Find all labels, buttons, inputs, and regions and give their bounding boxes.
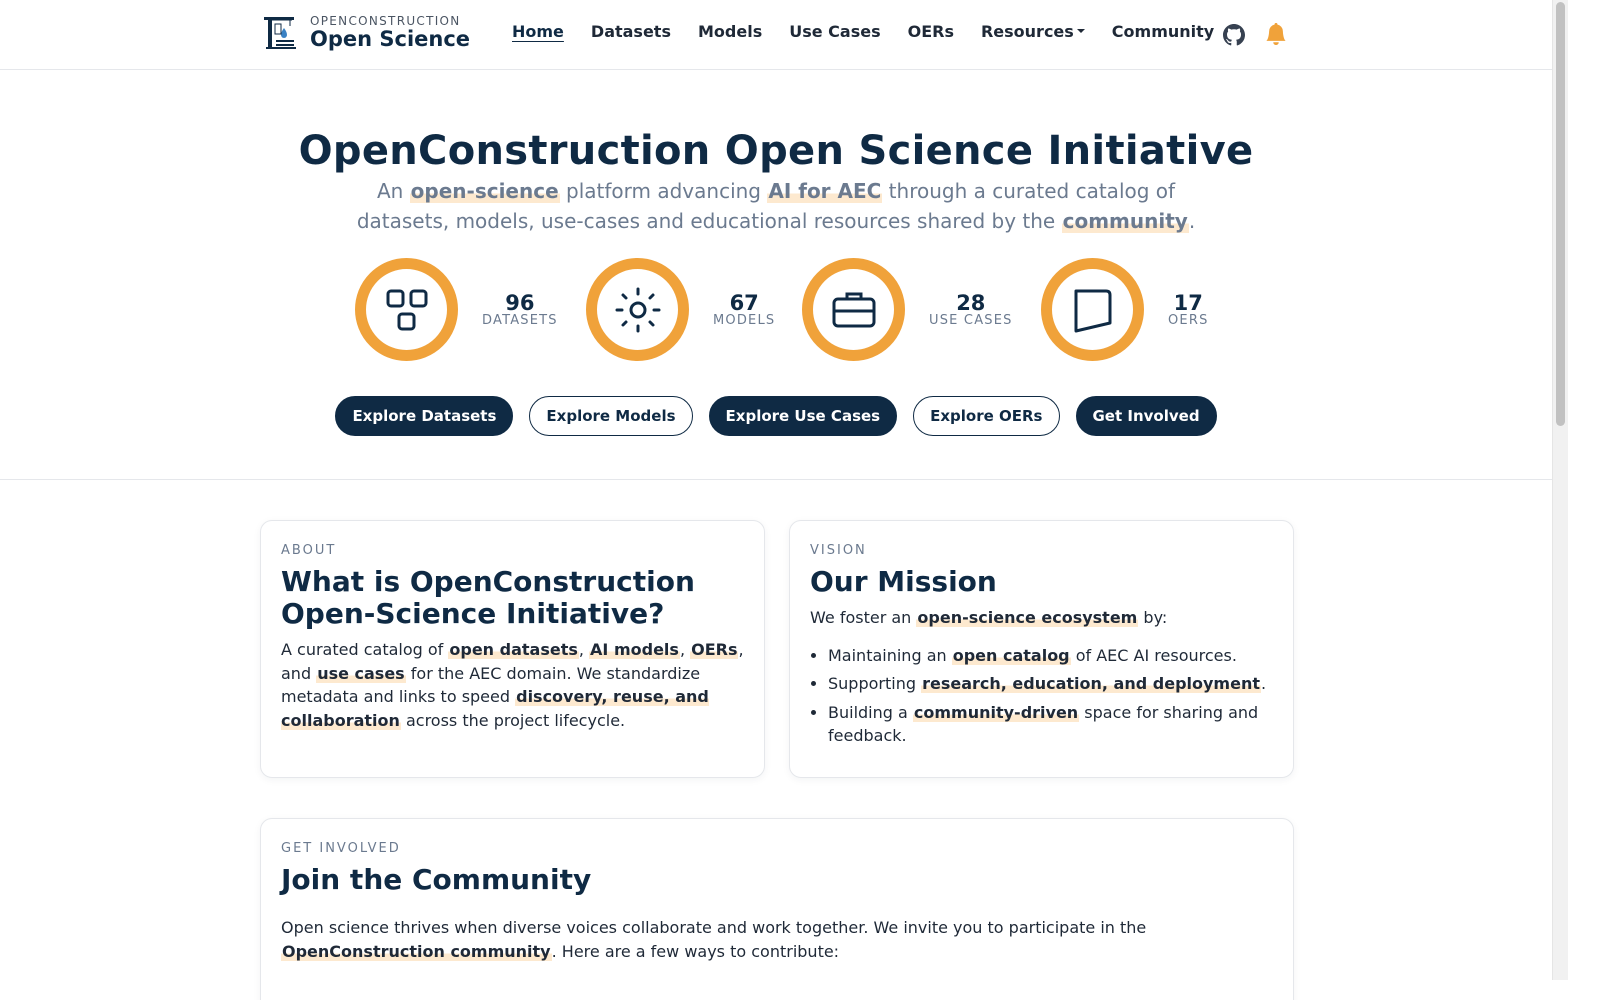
- list-item: Building a community-driven space for sh…: [828, 701, 1273, 748]
- highlight-open-science: open-science: [409, 179, 560, 203]
- nav-link-datasets[interactable]: Datasets: [591, 22, 671, 41]
- explore-oers-button[interactable]: Explore OERs: [913, 396, 1060, 436]
- highlight-research: research, education, and deployment: [921, 674, 1261, 693]
- about-text: ,: [578, 640, 590, 659]
- involved-title: Join the Community: [281, 863, 592, 896]
- highlight-open-catalog: open catalog: [951, 645, 1071, 665]
- hero-buttons: Explore Datasets Explore Models Explore …: [0, 396, 1552, 436]
- highlight-open-datasets: open datasets: [448, 640, 579, 659]
- stat-ring: [355, 258, 458, 361]
- stat-value: 96: [505, 290, 535, 315]
- bell-icon[interactable]: [1265, 23, 1287, 45]
- involved-body: Open science thrives when diverse voices…: [281, 916, 1161, 963]
- list-item: Maintaining an open catalog of AEC AI re…: [828, 644, 1273, 668]
- mission-list: Maintaining an open catalog of AEC AI re…: [810, 644, 1273, 748]
- involved-text: Open science thrives when diverse voices…: [281, 918, 1147, 937]
- crane-logo-icon: [264, 17, 296, 49]
- highlight-ai-for-aec: AI for AEC: [767, 179, 883, 203]
- vision-eyebrow: VISION: [810, 543, 867, 558]
- nav-link-oers[interactable]: OERs: [908, 22, 954, 41]
- stat-oers: 17 OERS: [1041, 258, 1209, 361]
- stat-value: 28: [956, 290, 986, 315]
- highlight-community: community: [1061, 209, 1189, 233]
- brand-small-text: OPENCONSTRUCTION: [310, 14, 461, 28]
- vision-title: Our Mission: [810, 565, 997, 598]
- highlight-ecosystem: open-science ecosystem: [916, 608, 1139, 627]
- stat-label: OERS: [1168, 312, 1209, 328]
- stat-value: 67: [729, 290, 759, 315]
- get-involved-card: GET INVOLVED Join the Community Open sci…: [260, 818, 1294, 1000]
- briefcase-icon: [832, 292, 875, 327]
- stat-ring: [802, 258, 905, 361]
- explore-models-button[interactable]: Explore Models: [529, 396, 693, 436]
- caret-down-icon: [1076, 28, 1085, 33]
- hero-title: OpenConstruction Open Science Initiative: [298, 128, 1254, 174]
- nav-link-resources-dropdown[interactable]: Resources: [981, 22, 1085, 41]
- page-scrollbar[interactable]: [1552, 0, 1568, 980]
- brand-logo-link[interactable]: OPENCONSTRUCTION Open Science: [262, 14, 470, 50]
- highlight-openconstruction-community: OpenConstruction community: [281, 941, 552, 961]
- nav-link-community[interactable]: Community: [1112, 22, 1214, 41]
- nav-link-use-cases[interactable]: Use Cases: [789, 22, 880, 41]
- brand-name: Open Science: [310, 27, 471, 51]
- mission-text: Supporting: [828, 674, 922, 693]
- hero-section: OpenConstruction Open Science Initiative…: [0, 70, 1552, 480]
- scrollbar-thumb[interactable]: [1556, 2, 1565, 426]
- about-text: A curated catalog of: [281, 640, 449, 659]
- hero-subtitle-text: platform advancing: [559, 179, 768, 203]
- mission-text: .: [1260, 674, 1267, 693]
- list-item: Supporting research, education, and depl…: [828, 672, 1273, 696]
- sun-icon: [615, 287, 660, 332]
- mission-text: Building a: [828, 702, 913, 722]
- vision-text: We foster an: [810, 608, 917, 627]
- stat-label: DATASETS: [482, 312, 558, 328]
- hero-subtitle-text: An: [376, 179, 410, 203]
- highlight-use-cases: use cases: [316, 663, 406, 683]
- hero-subtitle-text: .: [1188, 209, 1196, 233]
- stat-label: MODELS: [713, 312, 776, 328]
- nav-link-home[interactable]: Home: [512, 22, 564, 41]
- about-body: A curated catalog of open datasets, AI m…: [281, 638, 744, 732]
- stat-models: 67 MODELS: [586, 258, 775, 361]
- stat-ring: [586, 258, 689, 361]
- explore-use-cases-button[interactable]: Explore Use Cases: [708, 396, 898, 436]
- about-text: ,: [679, 640, 691, 659]
- nav-link-resources-label: Resources: [980, 22, 1074, 41]
- vision-text: by:: [1138, 608, 1168, 627]
- involved-text: . Here are a few ways to contribute:: [551, 941, 840, 961]
- about-text: across the project lifecycle.: [400, 710, 626, 730]
- highlight-ai-models: AI models: [589, 640, 680, 659]
- get-involved-button[interactable]: Get Involved: [1075, 396, 1217, 436]
- hero-subtitle: An open-science platform advancing AI fo…: [346, 176, 1206, 236]
- explore-datasets-button[interactable]: Explore Datasets: [335, 396, 514, 436]
- vision-intro: We foster an open-science ecosystem by:: [810, 606, 1273, 630]
- mission-text: Maintaining an: [828, 645, 952, 665]
- book-icon: [1074, 289, 1111, 332]
- highlight-community-driven: community-driven: [912, 702, 1080, 722]
- stat-use-cases: 28 USE CASES: [802, 258, 1013, 361]
- nav-links: Home Datasets Models Use Cases OERs Reso…: [512, 22, 1241, 41]
- grid-icon: [386, 289, 427, 330]
- mission-text: of AEC AI resources.: [1070, 645, 1237, 665]
- vision-card: VISION Our Mission We foster an open-sci…: [789, 520, 1294, 778]
- stat-value: 17: [1173, 290, 1203, 315]
- stat-label: USE CASES: [929, 312, 1013, 328]
- nav-link-models[interactable]: Models: [698, 22, 762, 41]
- highlight-oers: OERs: [690, 640, 739, 659]
- github-icon[interactable]: [1223, 24, 1245, 46]
- about-eyebrow: ABOUT: [281, 543, 337, 558]
- top-navbar: OPENCONSTRUCTION Open Science Home Datas…: [0, 0, 1552, 70]
- about-card: ABOUT What is OpenConstruction Open-Scie…: [260, 520, 765, 778]
- involved-eyebrow: GET INVOLVED: [281, 841, 401, 856]
- stat-ring: [1041, 258, 1144, 361]
- about-title: What is OpenConstruction Open-Science In…: [281, 565, 695, 630]
- stat-datasets: 96 DATASETS: [355, 258, 558, 361]
